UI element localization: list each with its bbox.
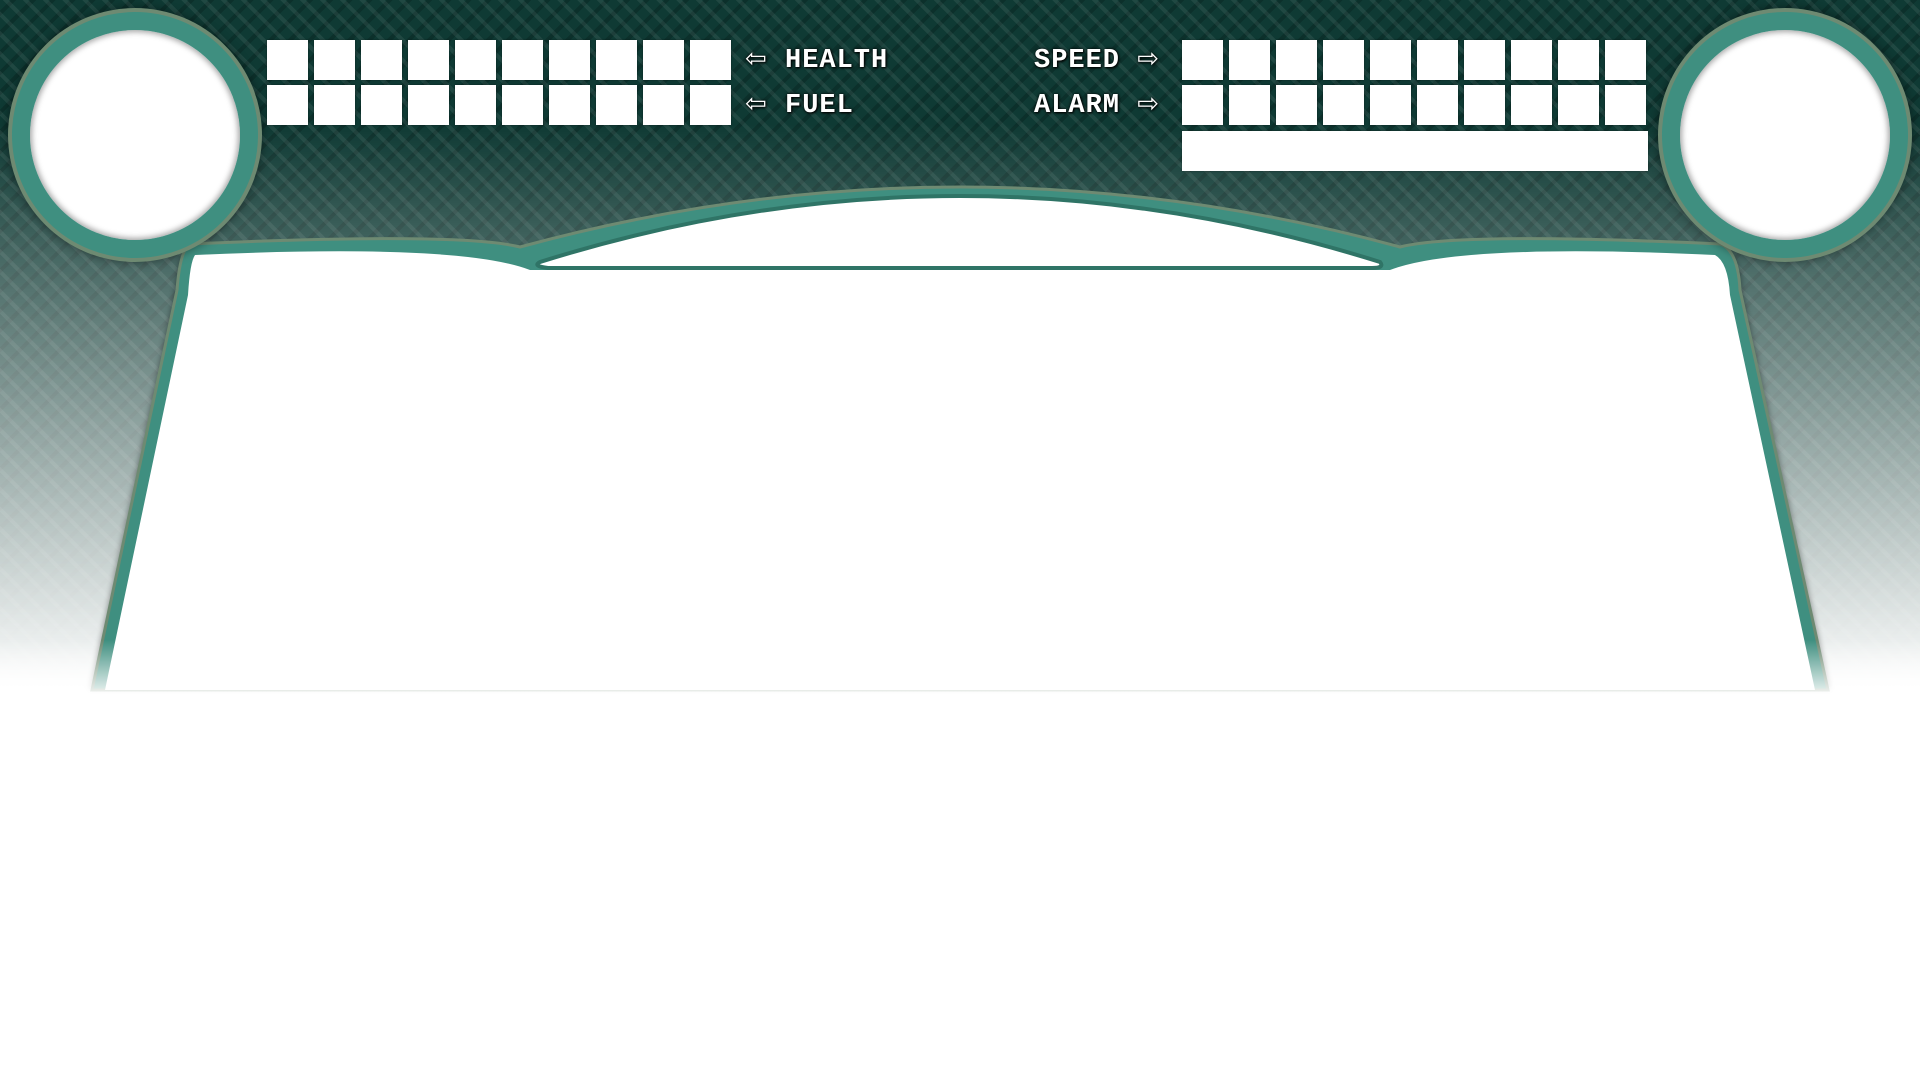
left-arrow-icon: ⇦	[745, 89, 768, 119]
health-bar-segment	[361, 40, 402, 80]
health-bar-segment	[408, 40, 449, 80]
message-strip	[1182, 131, 1648, 171]
health-bar-segment	[643, 40, 684, 80]
health-bar-segment	[502, 40, 543, 80]
fuel-bar-segment	[596, 85, 637, 125]
alarm-bar-segment	[1511, 85, 1552, 125]
speed-bar-segment	[1464, 40, 1505, 80]
left-arrow-icon: ⇦	[745, 44, 768, 74]
health-bar-segment	[690, 40, 731, 80]
health-bar-segment	[596, 40, 637, 80]
alarm-bar-segment	[1558, 85, 1599, 125]
speed-bar-segment	[1558, 40, 1599, 80]
fuel-bar	[267, 85, 731, 125]
health-bar-segment	[314, 40, 355, 80]
speed-bar-segment	[1323, 40, 1364, 80]
health-bar-segment	[267, 40, 308, 80]
fuel-bar-segment	[549, 85, 590, 125]
health-bar-segment	[455, 40, 496, 80]
speed-bar	[1182, 40, 1646, 80]
health-label-text: HEALTH	[785, 46, 889, 76]
right-arrow-icon: ⇨	[1137, 89, 1161, 119]
fuel-bar-segment	[690, 85, 731, 125]
alarm-label: ALARM ⇨	[1034, 89, 1160, 121]
right-round-gauge	[1662, 12, 1908, 258]
fuel-bar-segment	[361, 85, 402, 125]
speed-bar-segment	[1370, 40, 1411, 80]
right-arrow-icon: ⇨	[1137, 44, 1161, 74]
speed-bar-segment	[1276, 40, 1317, 80]
fuel-label: ⇦ FUEL	[745, 89, 854, 121]
speed-bar-segment	[1182, 40, 1223, 80]
alarm-bar-segment	[1276, 85, 1317, 125]
fuel-bar-segment	[502, 85, 543, 125]
alarm-bar-segment	[1182, 85, 1223, 125]
left-round-gauge	[12, 12, 258, 258]
alarm-label-text: ALARM	[1034, 91, 1121, 121]
fuel-bar-segment	[643, 85, 684, 125]
speed-bar-segment	[1511, 40, 1552, 80]
alarm-bar-segment	[1229, 85, 1270, 125]
main-viewport	[105, 251, 1815, 691]
speed-label: SPEED ⇨	[1034, 44, 1160, 76]
fuel-bar-segment	[314, 85, 355, 125]
game-hud-screen: ⇦ HEALTH ⇦ FUEL SPEED ⇨ ALARM ⇨	[0, 0, 1920, 1080]
speed-bar-segment	[1605, 40, 1646, 80]
fuel-bar-segment	[408, 85, 449, 125]
speed-bar-segment	[1229, 40, 1270, 80]
health-bar	[267, 40, 731, 80]
fuel-bar-segment	[267, 85, 308, 125]
alarm-bar-segment	[1417, 85, 1458, 125]
fuel-label-text: FUEL	[785, 91, 854, 121]
top-oval-window	[535, 194, 1384, 270]
speed-label-text: SPEED	[1034, 46, 1121, 76]
alarm-bar-segment	[1323, 85, 1364, 125]
speed-bar-segment	[1417, 40, 1458, 80]
alarm-bar-segment	[1370, 85, 1411, 125]
alarm-bar-segment	[1605, 85, 1646, 125]
fuel-bar-segment	[455, 85, 496, 125]
health-bar-segment	[549, 40, 590, 80]
health-label: ⇦ HEALTH	[745, 44, 888, 76]
alarm-bar	[1182, 85, 1646, 125]
alarm-bar-segment	[1464, 85, 1505, 125]
